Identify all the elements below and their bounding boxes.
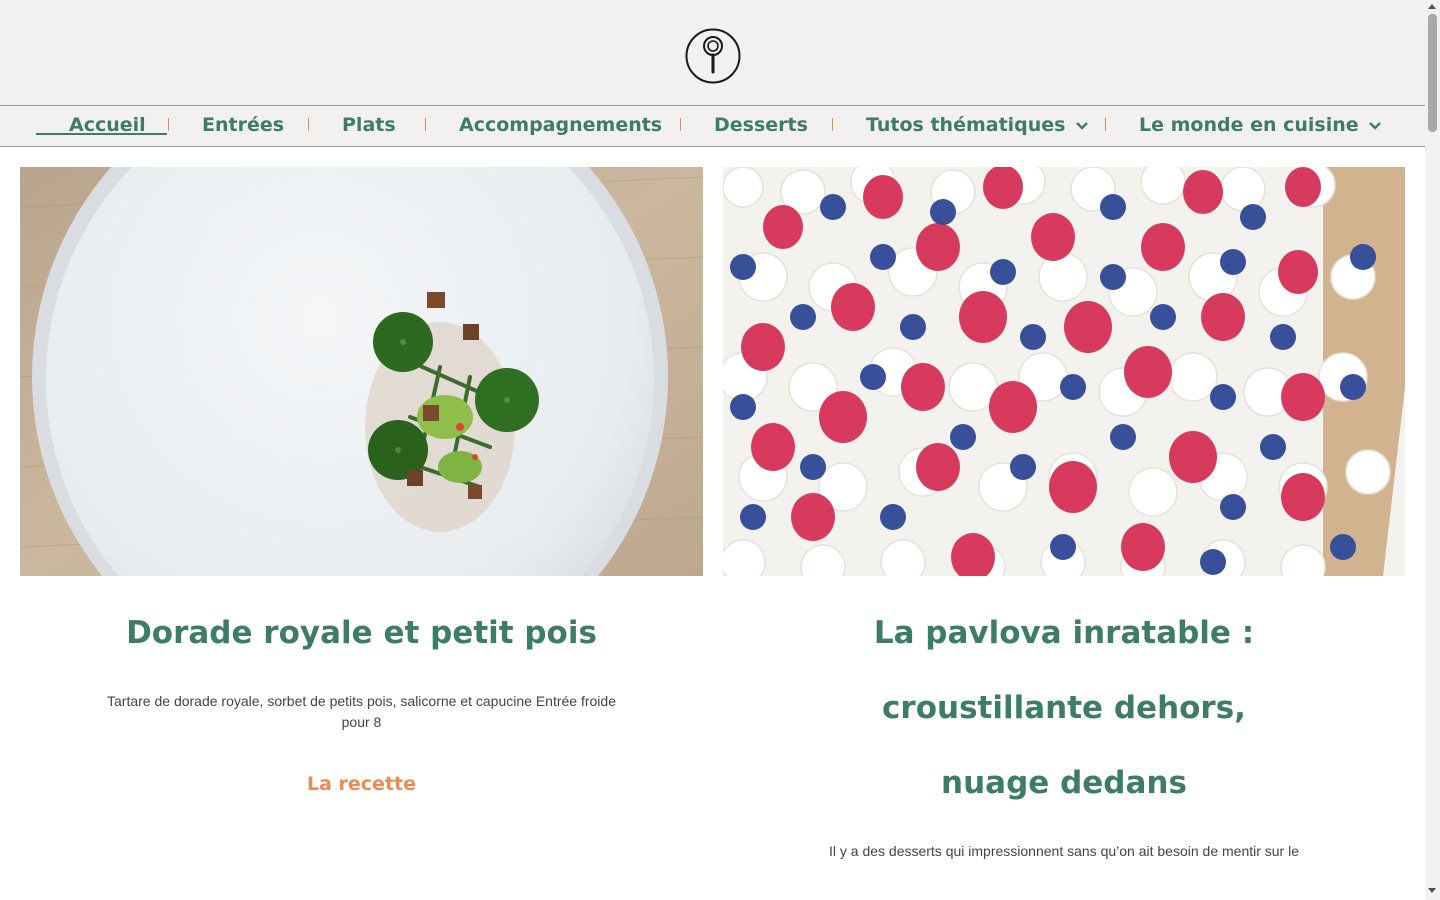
scroll-down-arrow-icon[interactable] <box>1428 888 1436 893</box>
chevron-down-icon <box>1075 121 1088 130</box>
nav-separator <box>425 118 426 131</box>
nav-item-accueil[interactable]: Accueil <box>69 105 146 145</box>
card-title[interactable]: Dorade royale et petit pois <box>20 596 703 671</box>
nav-item-entrees[interactable]: Entrées <box>202 105 284 145</box>
pavlova-berries-photo[interactable] <box>723 167 1405 576</box>
chevron-down-icon <box>1368 121 1381 130</box>
nav-item-label: Le monde en cuisine <box>1139 114 1359 136</box>
nav-item-accompagnements[interactable]: Accompagnements <box>459 105 662 145</box>
nav-item-tutos-thematiques[interactable]: Tutos thématiques <box>866 105 1088 145</box>
nav-item-plats[interactable]: Plats <box>342 105 396 145</box>
dorade-plate-photo[interactable] <box>20 167 703 576</box>
card-description: Tartare de dorade royale, sorbet de peti… <box>107 693 616 730</box>
nav-item-desserts[interactable]: Desserts <box>714 105 808 145</box>
nav-item-monde-en-cuisine[interactable]: Le monde en cuisine <box>1139 105 1381 145</box>
scroll-up-arrow-icon[interactable] <box>1428 4 1436 9</box>
card-description: Il y a des desserts qui impressionnent s… <box>828 843 1300 859</box>
nav-separator <box>832 118 833 131</box>
recipe-link[interactable]: La recette <box>20 773 703 795</box>
active-nav-indicator <box>36 133 167 135</box>
card-title[interactable]: La pavlova inratable : croustillante deh… <box>830 596 1298 821</box>
nav-separator <box>308 118 309 131</box>
nav-separator <box>1105 118 1106 131</box>
scroll-thumb[interactable] <box>1428 14 1437 132</box>
nav-separator <box>680 118 681 131</box>
vertical-scrollbar[interactable] <box>1425 0 1440 900</box>
nav-separator <box>168 118 169 131</box>
frying-pan-logo-icon[interactable] <box>685 28 741 84</box>
page: Accueil Entrées Plats Accompagnements De… <box>0 0 1425 900</box>
nav-item-label: Tutos thématiques <box>866 114 1066 136</box>
